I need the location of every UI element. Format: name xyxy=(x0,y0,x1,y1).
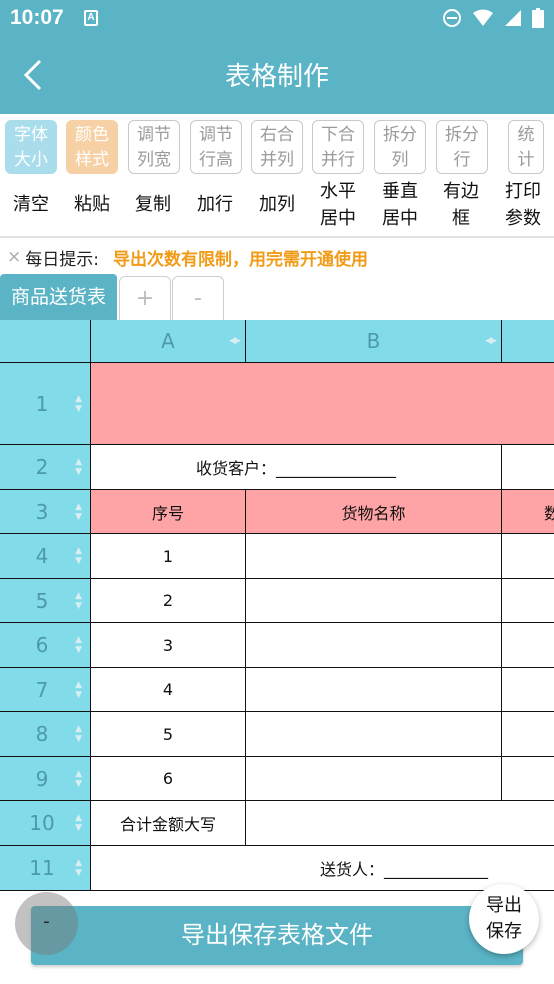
edit-toolbar: 清空 粘贴 复制 加行 加列 水平 居中 垂直 居中 有边框 打印 参数 xyxy=(0,178,554,234)
table-cell[interactable]: 4 xyxy=(91,668,246,712)
table-cell[interactable]: 3 xyxy=(91,623,246,668)
copy-button[interactable]: 复制 xyxy=(124,178,182,218)
app-notification-icon: A xyxy=(84,10,98,26)
row-header[interactable]: 10 ▲ ▼ xyxy=(0,801,91,846)
row-header[interactable]: 3 ▲ ▼ xyxy=(0,490,91,534)
minimize-float-button[interactable]: - xyxy=(15,892,78,955)
tip-text: 导出次数有限制，用完需开通使用 xyxy=(112,249,368,270)
table-cell[interactable]: 5 xyxy=(91,712,246,757)
horizontal-center-button[interactable]: 水平 居中 xyxy=(309,178,367,232)
resize-arrows-icon: ▲ ▼ xyxy=(75,590,82,611)
resize-arrows-icon: ▲ ▼ xyxy=(75,457,82,477)
table-cell[interactable] xyxy=(502,668,554,712)
color-style-button[interactable]: 颜色 样式 xyxy=(66,120,118,174)
tip-label: 每日提示: xyxy=(25,249,99,270)
column-header-b[interactable]: B ◀▶ xyxy=(246,320,502,363)
resize-arrows-icon: ▲ ▼ xyxy=(75,679,82,700)
total-value-cell[interactable] xyxy=(246,801,554,846)
deliverer-cell[interactable]: 送货人：_____________ xyxy=(91,846,554,891)
grid-corner xyxy=(0,320,91,363)
border-button[interactable]: 有边框 xyxy=(432,178,490,232)
merge-down-button[interactable]: 下合 并行 xyxy=(312,120,364,174)
row-header[interactable]: 2 ▲ ▼ xyxy=(0,445,91,490)
row-header[interactable]: 5 ▲ ▼ xyxy=(0,579,91,623)
resize-arrows-icon: ▲ ▼ xyxy=(75,858,82,878)
row-header[interactable]: 9 ▲ ▼ xyxy=(0,757,91,801)
header-no-cell[interactable]: 序号 xyxy=(91,490,246,534)
table-cell[interactable] xyxy=(502,757,554,801)
customer-cell[interactable]: 收货客户：_______________ xyxy=(91,445,502,490)
wifi-icon xyxy=(473,9,493,26)
row-header[interactable]: 1 ▲ ▼ xyxy=(0,363,91,445)
row-header[interactable]: 8 ▲ ▼ xyxy=(0,712,91,757)
status-icons xyxy=(442,6,544,30)
signal-icon xyxy=(505,10,521,26)
row-header[interactable]: 7 ▲ ▼ xyxy=(0,668,91,712)
table-cell[interactable] xyxy=(502,712,554,757)
split-column-button[interactable]: 拆分列 xyxy=(374,120,426,174)
resize-arrows-icon: ▲ ▼ xyxy=(75,501,82,522)
add-column-button[interactable]: 加列 xyxy=(248,178,306,218)
divider xyxy=(0,236,554,238)
export-save-float-button[interactable]: 导出 保存 xyxy=(469,884,539,954)
resize-arrows-icon: ▲ ▼ xyxy=(75,635,82,655)
table-cell[interactable] xyxy=(246,534,502,579)
adjust-column-width-button[interactable]: 调节 列宽 xyxy=(128,120,180,174)
clear-button[interactable]: 清空 xyxy=(2,178,60,218)
app-header: 10:07 A 表格制作 xyxy=(0,0,554,114)
resize-arrows-icon: ▲ ▼ xyxy=(75,813,82,833)
table-cell[interactable] xyxy=(502,534,554,579)
resize-arrows-icon: ▲ ▼ xyxy=(75,546,82,566)
split-row-button[interactable]: 拆分行 xyxy=(436,120,488,174)
spreadsheet-grid: A ◀▶ B ◀▶ 1 ▲ ▼ 2 ▲ ▼ 3 ▲ ▼ 4 ▲ ▼ 5 ▲ ▼ 6 ▲ ▼ 7 ▲ ▼ 8 ▲ ▼ … xyxy=(0,320,554,891)
remove-sheet-button[interactable]: - xyxy=(172,276,224,320)
add-row-button[interactable]: 加行 xyxy=(186,178,244,218)
add-sheet-button[interactable]: + xyxy=(119,276,171,320)
table-cell[interactable] xyxy=(246,623,502,668)
table-cell[interactable] xyxy=(246,712,502,757)
status-time: 10:07 xyxy=(10,6,64,29)
battery-icon xyxy=(532,8,544,28)
resize-arrows-icon: ◀▶ xyxy=(485,336,497,346)
close-tip-icon[interactable]: × xyxy=(7,247,21,267)
table-cell[interactable]: 1 xyxy=(91,534,246,579)
export-save-button[interactable]: 导出保存表格文件 xyxy=(31,906,523,965)
paste-button[interactable]: 粘贴 xyxy=(63,178,121,218)
title-cell[interactable] xyxy=(91,363,554,445)
header-name-cell[interactable]: 货物名称 xyxy=(246,490,502,534)
resize-arrows-icon: ▲ ▼ xyxy=(75,393,82,414)
vertical-center-button[interactable]: 垂直 居中 xyxy=(371,178,429,232)
table-cell[interactable]: 6 xyxy=(91,757,246,801)
column-header-c[interactable] xyxy=(502,320,554,363)
sheet-tab-active[interactable]: 商品送货表 xyxy=(0,274,117,320)
resize-arrows-icon: ▲ ▼ xyxy=(75,724,82,744)
statistics-button[interactable]: 统计 xyxy=(508,120,544,174)
row-header[interactable]: 6 ▲ ▼ xyxy=(0,623,91,668)
table-cell[interactable] xyxy=(246,668,502,712)
table-cell[interactable]: 2 xyxy=(91,579,246,623)
print-settings-button[interactable]: 打印 参数 xyxy=(494,178,552,232)
font-size-button[interactable]: 字体 大小 xyxy=(5,120,57,174)
table-cell[interactable] xyxy=(502,623,554,668)
daily-tip: × 每日提示: 导出次数有限制，用完需开通使用 xyxy=(7,244,368,270)
row-header[interactable]: 4 ▲ ▼ xyxy=(0,534,91,579)
table-cell[interactable] xyxy=(246,579,502,623)
row-header[interactable]: 11 ▲ ▼ xyxy=(0,846,91,891)
page-title: 表格制作 xyxy=(224,62,329,92)
column-header-a[interactable]: A ◀▶ xyxy=(91,320,246,363)
merge-right-button[interactable]: 右合 并列 xyxy=(251,120,303,174)
table-cell[interactable] xyxy=(502,445,554,490)
resize-arrows-icon: ▲ ▼ xyxy=(75,768,82,789)
table-cell[interactable] xyxy=(502,579,554,623)
format-toolbar: 字体 大小 颜色 样式 调节 列宽 调节 行高 右合 并列 下合 并行 拆分列 拆分行 统计 xyxy=(0,120,554,176)
resize-arrows-icon: ◀▶ xyxy=(229,336,241,346)
adjust-row-height-button[interactable]: 调节 行高 xyxy=(190,120,242,174)
table-cell[interactable] xyxy=(246,757,502,801)
total-label-cell[interactable]: 合计金额大写 xyxy=(91,801,246,846)
dnd-icon xyxy=(443,9,461,27)
header-qty-cell[interactable]: 数 xyxy=(502,490,554,534)
